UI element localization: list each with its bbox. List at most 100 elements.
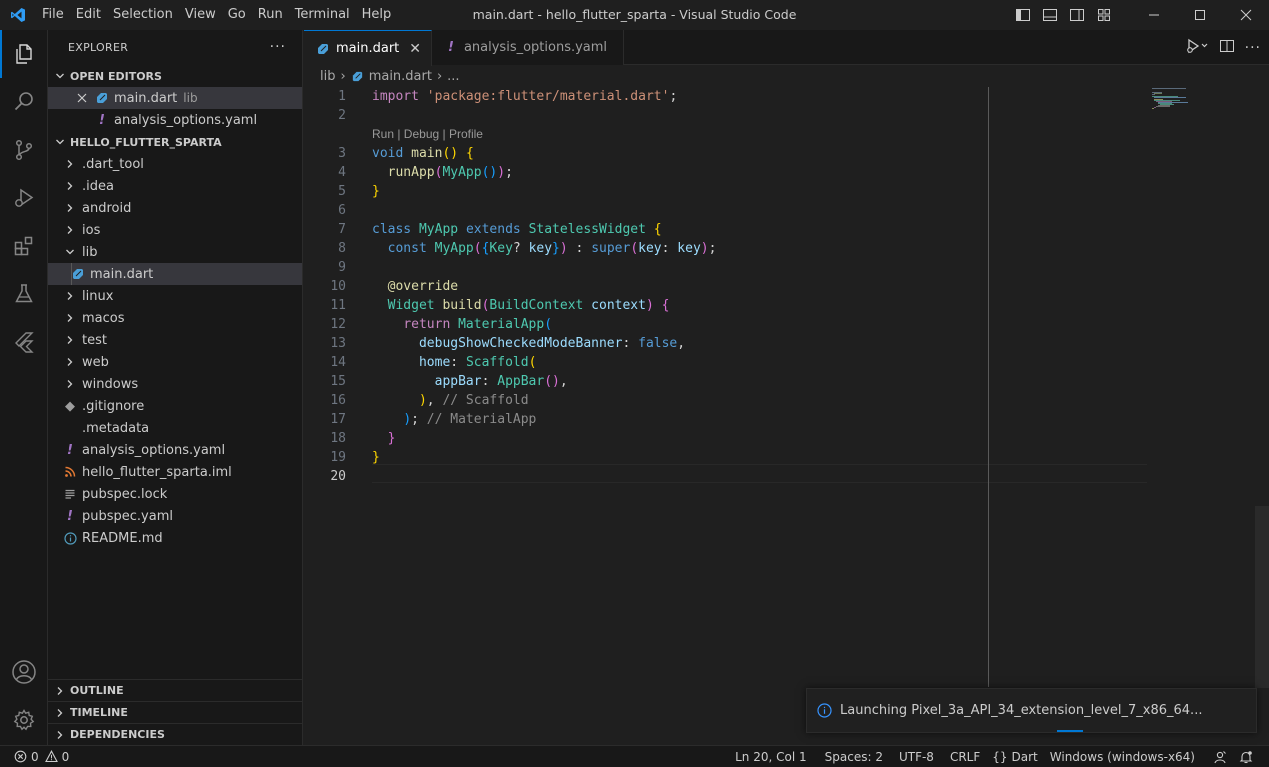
tree-folder-android[interactable]: android <box>48 197 302 219</box>
dependencies-section-header[interactable]: DEPENDENCIES <box>48 723 302 745</box>
tree-item-label: macos <box>82 310 125 326</box>
outline-section-header[interactable]: OUTLINE <box>48 679 302 701</box>
scrollbar-thumb[interactable] <box>1255 506 1269 688</box>
tree-folder-macos[interactable]: macos <box>48 307 302 329</box>
open-editor-analysis-options[interactable]: ! analysis_options.yaml <box>48 109 302 131</box>
tree-file-iml[interactable]: hello_flutter_sparta.iml <box>48 461 302 483</box>
minimap[interactable] <box>1150 87 1260 147</box>
extensions-icon[interactable] <box>0 222 48 270</box>
title-bar: File Edit Selection View Go Run Terminal… <box>0 0 1269 30</box>
feedback-icon[interactable] <box>1207 750 1233 764</box>
customize-layout-icon[interactable] <box>1090 0 1117 30</box>
tree-folder-idea[interactable]: .idea <box>48 175 302 197</box>
more-actions-icon[interactable]: ··· <box>270 39 286 55</box>
code-token: build <box>442 298 482 313</box>
tree-folder-ios[interactable]: ios <box>48 219 302 241</box>
toggle-secondary-sidebar-icon[interactable] <box>1063 0 1090 30</box>
split-editor-icon[interactable] <box>1219 38 1235 58</box>
more-editor-actions-icon[interactable]: ··· <box>1245 40 1261 56</box>
line-number: 4 <box>338 165 346 180</box>
flutter-icon[interactable] <box>0 318 48 366</box>
menu-selection[interactable]: Selection <box>107 0 179 30</box>
project-section-header[interactable]: HELLO_FLUTTER_SPARTA <box>48 131 302 153</box>
text-file-icon <box>62 488 78 500</box>
explorer-icon[interactable] <box>0 30 48 78</box>
tree-item-label: lib <box>82 244 98 260</box>
line-number: 3 <box>338 146 346 161</box>
breadcrumb-file[interactable]: main.dart <box>369 69 432 84</box>
editor-tabs: main.dart ✕ ! analysis_options.yaml ··· <box>304 30 1269 66</box>
code-line: 2 <box>304 106 1147 125</box>
run-debug-icon[interactable] <box>0 174 48 222</box>
menu-run[interactable]: Run <box>252 0 289 30</box>
tree-file-gitignore[interactable]: ◆ .gitignore <box>48 395 302 417</box>
close-window-icon[interactable] <box>1223 0 1269 30</box>
tree-folder-linux[interactable]: linux <box>48 285 302 307</box>
cursor-position[interactable]: Ln 20, Col 1 <box>729 750 813 764</box>
settings-gear-icon[interactable] <box>0 696 48 744</box>
notification-toast[interactable]: Launching Pixel_3a_API_34_extension_leve… <box>806 688 1257 733</box>
menu-terminal[interactable]: Terminal <box>289 0 356 30</box>
timeline-section-header[interactable]: TIMELINE <box>48 701 302 723</box>
tree-folder-web[interactable]: web <box>48 351 302 373</box>
chevron-right-icon <box>52 730 68 740</box>
language-mode[interactable]: {} Dart <box>986 750 1044 764</box>
code-editor[interactable]: 1 import 'package:flutter/material.dart'… <box>304 87 1147 486</box>
tab-analysis-options[interactable]: ! analysis_options.yaml <box>432 30 625 65</box>
chevron-right-icon <box>62 357 78 367</box>
line-number: 18 <box>330 431 346 446</box>
tree-file-metadata[interactable]: .metadata <box>48 417 302 439</box>
maximize-icon[interactable] <box>1177 0 1223 30</box>
menu-file[interactable]: File <box>36 0 70 30</box>
code-line: 15 appBar: AppBar(), <box>304 372 1147 391</box>
run-dropdown-icon[interactable] <box>1185 38 1209 58</box>
tree-item-label: android <box>82 200 132 216</box>
search-icon[interactable] <box>0 78 48 126</box>
codelens-run-debug-profile[interactable]: Run | Debug | Profile <box>304 125 1147 144</box>
close-editor-icon[interactable] <box>74 92 90 104</box>
code-line: 16 ), // Scaffold <box>304 391 1147 410</box>
tree-file-readme[interactable]: README.md <box>48 527 302 549</box>
menu-help[interactable]: Help <box>356 0 398 30</box>
tree-folder-windows[interactable]: windows <box>48 373 302 395</box>
minimize-icon[interactable] <box>1131 0 1177 30</box>
problems-status[interactable]: 0 0 <box>0 750 69 764</box>
code-token: , <box>559 374 568 389</box>
line-number: 17 <box>330 412 346 427</box>
breadcrumb-folder[interactable]: lib <box>320 69 335 84</box>
tab-main-dart[interactable]: main.dart ✕ <box>304 30 433 66</box>
warning-icon <box>44 750 58 763</box>
chevron-right-icon <box>62 335 78 345</box>
menu-go[interactable]: Go <box>222 0 252 30</box>
menu-view[interactable]: View <box>179 0 222 30</box>
indentation-status[interactable]: Spaces: 2 <box>819 750 889 764</box>
chevron-right-icon: › <box>436 68 443 84</box>
notifications-bell-icon[interactable] <box>1233 750 1259 764</box>
line-number: 10 <box>330 279 346 294</box>
close-tab-icon[interactable]: ✕ <box>409 41 421 57</box>
tree-folder-lib[interactable]: lib <box>48 241 302 263</box>
eol-status[interactable]: CRLF <box>944 750 986 764</box>
tree-file-analysis-options[interactable]: ! analysis_options.yaml <box>48 439 302 461</box>
device-status[interactable]: Windows (windows-x64) <box>1044 750 1201 764</box>
tree-file-pubspec-lock[interactable]: pubspec.lock <box>48 483 302 505</box>
encoding-status[interactable]: UTF-8 <box>893 750 940 764</box>
toggle-primary-sidebar-icon[interactable] <box>1009 0 1036 30</box>
menu-edit[interactable]: Edit <box>70 0 107 30</box>
code-token: ) <box>645 298 654 313</box>
tree-folder-dart-tool[interactable]: .dart_tool <box>48 153 302 175</box>
tree-item-label: web <box>82 354 109 370</box>
source-control-icon[interactable] <box>0 126 48 174</box>
open-editors-section-header[interactable]: OPEN EDITORS <box>48 65 302 87</box>
breadcrumb-more[interactable]: ... <box>447 69 459 84</box>
code-token: ( <box>528 355 537 370</box>
open-editor-main-dart[interactable]: main.dart lib <box>48 87 302 109</box>
tree-file-main-dart[interactable]: main.dart <box>48 263 302 285</box>
tree-folder-test[interactable]: test <box>48 329 302 351</box>
tree-file-pubspec-yaml[interactable]: ! pubspec.yaml <box>48 505 302 527</box>
toggle-panel-icon[interactable] <box>1036 0 1063 30</box>
testing-flask-icon[interactable] <box>0 270 48 318</box>
menu-bar: File Edit Selection View Go Run Terminal… <box>36 0 397 30</box>
accounts-icon[interactable] <box>0 648 48 696</box>
activity-bar <box>0 30 48 745</box>
